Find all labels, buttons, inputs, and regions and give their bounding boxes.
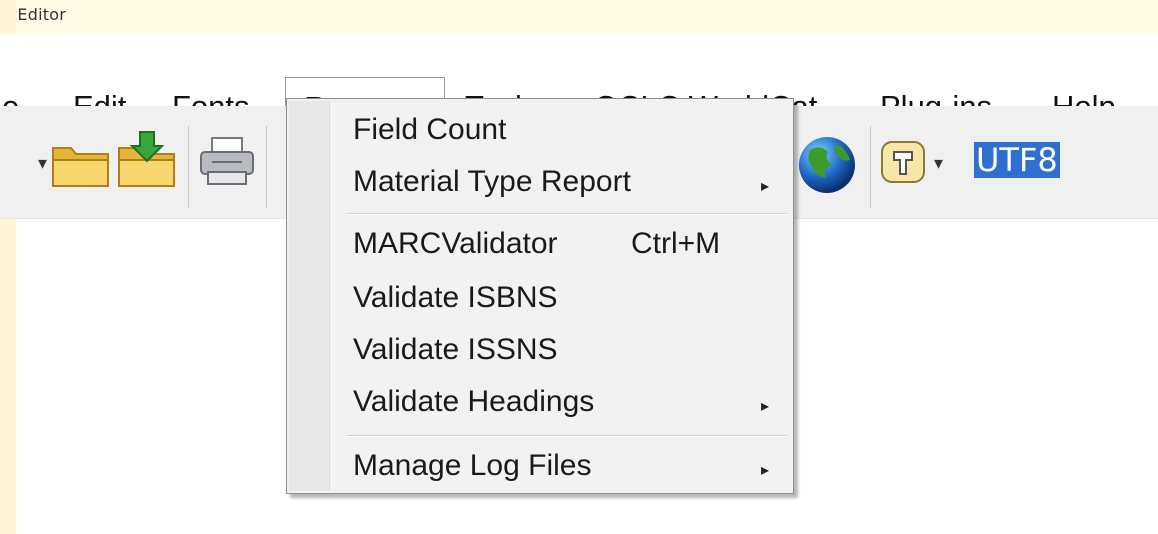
menu-item-material-type-report[interactable]: Material Type Report	[353, 165, 631, 199]
menu-item-validate-issns[interactable]: Validate ISSNS	[353, 333, 558, 367]
submenu-arrow-icon: ▸	[761, 462, 770, 479]
menu-separator	[347, 213, 787, 215]
reports-dropdown-menu: Field Count Material Type Report ▸ MARCV…	[286, 98, 794, 494]
title-bar: rcEditor	[0, 0, 1158, 34]
print-icon[interactable]	[198, 136, 256, 193]
encoding-selector[interactable]: UTF8	[974, 142, 1060, 178]
menu-bar: e Edit Fonts Reports Tools OCLC WorldCat…	[0, 34, 1158, 133]
globe-icon[interactable]	[796, 134, 858, 201]
dropdown-arrow-icon[interactable]: ▾	[934, 153, 943, 174]
toolbar-separator	[188, 126, 189, 208]
menu-item-manage-log-files[interactable]: Manage Log Files	[353, 449, 591, 483]
menu-item-marcvalidator[interactable]: MARCValidator	[353, 227, 558, 261]
shortcut-label: Ctrl+M	[631, 227, 721, 260]
menu-item-validate-isbns[interactable]: Validate ISBNS	[353, 281, 558, 315]
submenu-arrow-icon: ▸	[761, 178, 770, 195]
tool-button-icon[interactable]	[880, 140, 926, 189]
menu-item-validate-headings[interactable]: Validate Headings	[353, 385, 594, 419]
menu-icon-column	[289, 101, 330, 491]
submenu-arrow-icon: ▸	[761, 398, 770, 415]
menu-separator	[347, 435, 787, 437]
toolbar-separator	[870, 126, 871, 208]
dropdown-arrow-icon[interactable]: ▾	[38, 153, 47, 174]
toolbar-separator	[266, 126, 267, 208]
download-folder-icon[interactable]	[116, 130, 178, 195]
menu-item-field-count[interactable]: Field Count	[353, 113, 506, 147]
open-folder-icon[interactable]	[50, 138, 112, 195]
